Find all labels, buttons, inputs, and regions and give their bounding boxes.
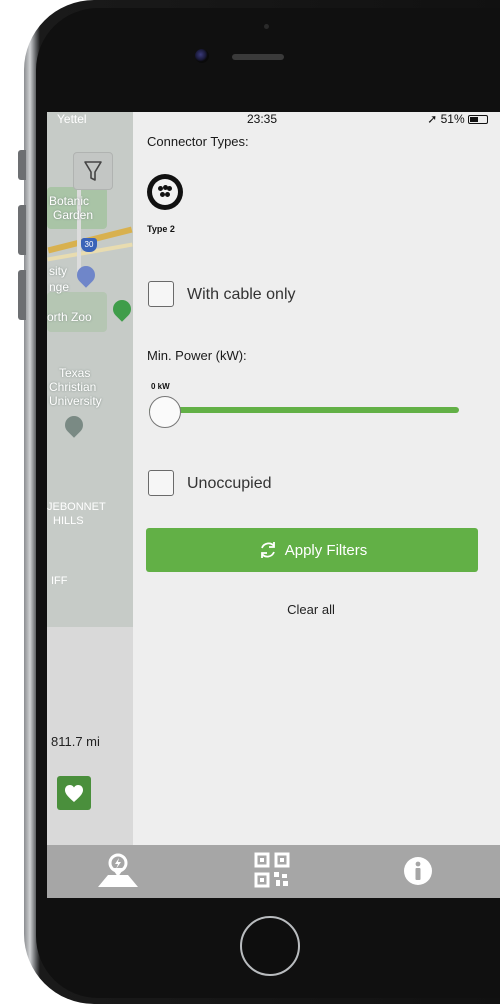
home-button[interactable] [240,916,300,976]
unoccupied-checkbox[interactable] [148,470,174,496]
clear-all-link[interactable]: Clear all [133,602,489,617]
map-label-hills: HILLS [53,515,84,527]
battery-percent: 51% [440,112,465,126]
map-label-texas: Texas [59,366,91,380]
map-label-university: University [49,394,102,408]
volume-down-button [18,270,26,320]
battery-status: ➚ 51% [427,112,488,126]
app-screen: Yettel Botanic Garden 30 sity nge orth Z… [47,112,500,898]
mute-switch [18,150,26,180]
favorites-button[interactable] [57,776,91,810]
map-view[interactable]: Yettel Botanic Garden 30 sity nge orth Z… [47,112,133,845]
type2-connector-icon[interactable] [147,174,183,210]
min-power-value: 0 kW [151,382,170,391]
min-power-label: Min. Power (kW): [147,348,247,363]
map-label-zoo: orth Zoo [47,310,92,324]
map-label-nge: nge [49,280,70,294]
connector-type-label: Type 2 [147,224,175,234]
map-label-garden: Garden [53,208,94,222]
tab-map[interactable] [93,849,143,893]
with-cable-label: With cable only [187,286,296,303]
min-power-slider-thumb[interactable] [149,396,181,428]
map-label-christian: Christian [49,380,97,394]
map-label-sity: sity [49,264,67,278]
refresh-icon [260,542,275,558]
map-label-iff: IFF [51,575,68,587]
location-arrow-icon: ➚ [427,112,438,126]
connector-types-label: Connector Types: [147,134,249,149]
status-time: 23:35 [247,112,278,126]
tab-info[interactable] [393,849,443,893]
distance-label: 811.7 mi [51,734,100,749]
highway-shield-icon: 30 [81,238,97,252]
front-camera [195,49,209,63]
apply-filters-button[interactable]: Apply Filters [146,528,478,572]
carrier-label: Yettel [57,112,87,126]
earpiece-speaker [232,54,284,60]
info-icon [404,857,432,885]
tab-qr-scan[interactable] [247,849,297,893]
map-label-jebonnet: JEBONNET [47,501,106,513]
filter-icon [84,161,102,181]
heart-icon [65,785,83,802]
qr-code-icon [254,852,290,888]
map-pin-icon [98,853,138,887]
min-power-slider-track[interactable] [149,407,459,413]
with-cable-checkbox[interactable] [148,281,174,307]
university-pin-icon[interactable] [61,412,87,438]
filter-toggle-button[interactable] [73,152,113,190]
zoo-pin-icon[interactable] [109,296,133,322]
map-label-botanic: Botanic [49,194,90,208]
proximity-sensor [264,24,269,29]
connector-socket [152,179,178,205]
volume-up-button [18,205,26,255]
status-bar: 23:35 ➚ 51% [133,112,500,128]
filter-panel: 23:35 ➚ 51% Connector Types: Type 2 With… [133,112,500,845]
unoccupied-label: Unoccupied [187,475,272,492]
apply-filters-label: Apply Filters [284,541,368,559]
highway-number: 30 [84,240,94,249]
bottom-tab-bar [47,845,500,898]
battery-icon [468,115,488,125]
